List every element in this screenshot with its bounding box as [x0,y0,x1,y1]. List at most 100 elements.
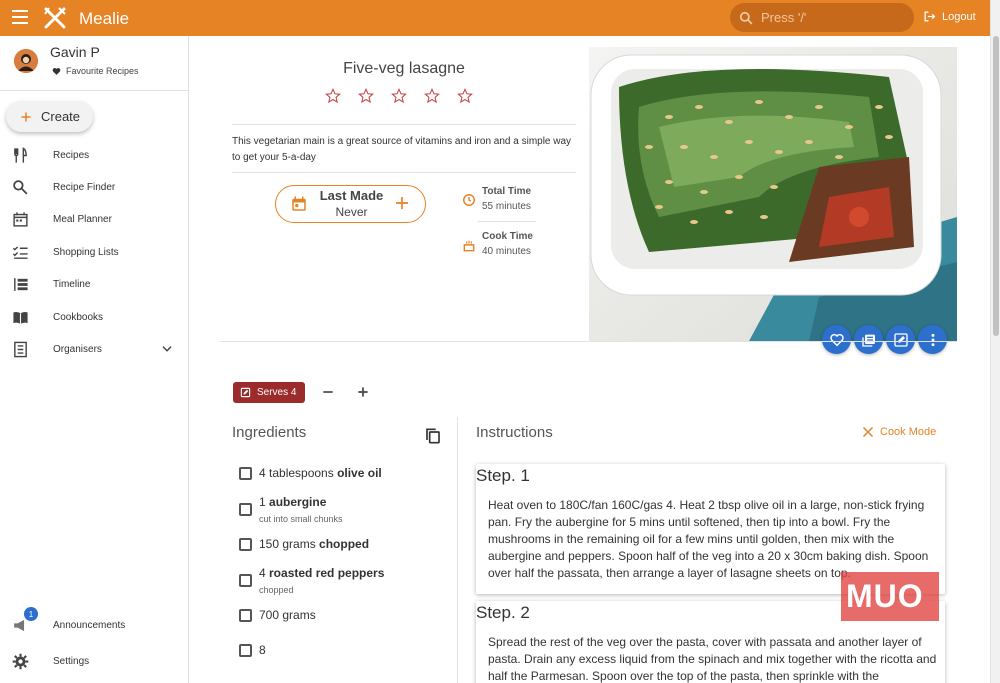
last-made-button[interactable]: Last Made Never [275,185,426,223]
more-options-button[interactable] [918,325,947,354]
total-time-label: Total Time [482,186,532,197]
plus-icon[interactable] [355,384,371,400]
logout-label: Logout [942,10,976,23]
cook-mode-button[interactable]: Cook Mode [862,426,936,438]
divider [232,124,576,125]
pot-icon [463,240,475,252]
sidebar-item-label: Recipe Finder [53,181,116,193]
notification-badge: 1 [24,607,38,621]
timeline-icon [14,277,28,291]
ingredient-checkbox[interactable] [239,644,252,657]
sidebar-item-label: Meal Planner [53,213,112,225]
divider [478,221,536,222]
star-icon[interactable] [325,88,341,109]
fork-knife-icon [14,146,27,163]
ingredient-note: cut into small chunks [259,514,343,524]
divider [232,172,576,173]
sidebar-item-recipes[interactable]: Recipes [12,143,182,167]
sidebar-item-label: Timeline [53,278,91,290]
copy-icon[interactable] [425,427,441,445]
step-heading: Step. 1 [476,466,530,485]
ingredient-text: 4 tablespoons olive oil [259,466,382,480]
recipe-image [589,47,957,341]
sidebar-item-recipe-finder[interactable]: Recipe Finder [12,175,182,199]
add-to-list-button[interactable] [854,325,883,354]
folder-icon [14,341,27,357]
favourite-button[interactable] [822,325,851,354]
star-icon[interactable] [358,88,374,109]
sidebar-item-organisers[interactable]: Organisers [12,337,182,361]
chevron-down-icon[interactable] [160,342,174,356]
app-header: Mealie Logout [0,0,990,36]
ingredient-text: 8 [259,643,266,657]
cook-time-value: 40 minutes [482,246,531,257]
sidebar-item-meal-planner[interactable]: Meal Planner [12,207,182,231]
scrollbar-thumb[interactable] [993,36,999,336]
star-rating[interactable] [325,88,473,109]
create-button[interactable]: Create [6,101,93,132]
app-name[interactable]: Mealie [79,9,129,29]
favourite-recipes-label: Favourite Recipes [66,66,139,76]
sidebar-item-label: Cookbooks [53,311,104,323]
add-to-list-icon [861,334,875,347]
plus-icon [21,112,31,121]
cook-mode-label: Cook Mode [880,426,937,438]
checklist-icon [12,245,28,259]
clock-icon [463,194,475,206]
heart-icon [829,333,844,346]
serves-label: Serves 4 [257,387,297,398]
ingredient-text: 4 roasted red peppers [259,566,385,580]
avatar[interactable] [14,49,38,73]
sidebar-item-shopping-lists[interactable]: Shopping Lists [12,240,182,264]
utensils-icon [862,426,874,438]
sidebar-item-announcements[interactable]: 1 Announcements [12,607,182,637]
plus-icon [396,197,408,209]
recipe-description: This vegetarian main is a great source o… [232,136,572,163]
search-input[interactable] [761,10,891,25]
logout-icon [924,11,936,22]
book-icon [13,311,28,324]
sidebar-item-label: Organisers [53,343,102,355]
ingredient-text: 700 grams [259,608,316,622]
sidebar-item-settings[interactable]: Settings [12,649,182,673]
ingredients-title: Ingredients [232,424,307,441]
edit-button[interactable] [886,325,915,354]
step-text: Spread the rest of the veg over the past… [488,635,937,683]
ingredient-note: chopped [259,585,294,595]
search-box[interactable] [730,3,914,32]
sidebar-item-label: Shopping Lists [53,246,119,258]
search-icon [13,179,28,195]
ingredient-checkbox[interactable] [239,574,252,587]
search-icon [739,11,753,24]
ingredient-checkbox[interactable] [239,609,252,622]
ingredient-text: 1 aubergine [259,495,327,509]
ingredient-checkbox[interactable] [239,503,252,516]
sidebar-item-label: Announcements [53,619,126,631]
watermark-logo: MUO [846,578,924,614]
star-icon[interactable] [457,88,473,109]
recipe-title: Five-veg lasagne [343,60,465,77]
ingredient-checkbox[interactable] [239,538,252,551]
star-icon[interactable] [424,88,440,109]
instructions-title: Instructions [476,424,553,441]
sidebar-item-timeline[interactable]: Timeline [12,272,182,296]
total-time-value: 55 minutes [482,201,531,212]
sidebar-item-label: Settings [53,655,90,667]
logout-button[interactable]: Logout [923,10,976,23]
ingredient-text: 150 grams chopped [259,537,370,551]
column-divider [457,417,458,683]
more-icon [931,333,934,346]
calendar-icon [13,211,28,227]
favourite-recipes-link[interactable]: Favourite Recipes [52,66,139,76]
mealie-logo-icon[interactable] [43,6,67,30]
minus-icon[interactable] [320,384,336,400]
step-text: Heat oven to 180C/fan 160C/gas 4. Heat 2… [488,498,929,580]
star-icon[interactable] [391,88,407,109]
edit-icon [240,387,251,398]
menu-icon[interactable] [12,10,28,24]
page-scrollbar[interactable] [990,0,1000,683]
ingredient-checkbox[interactable] [239,467,252,480]
sidebar-item-cookbooks[interactable]: Cookbooks [12,305,182,329]
serves-button[interactable]: Serves 4 [233,382,305,403]
divider [220,341,957,342]
